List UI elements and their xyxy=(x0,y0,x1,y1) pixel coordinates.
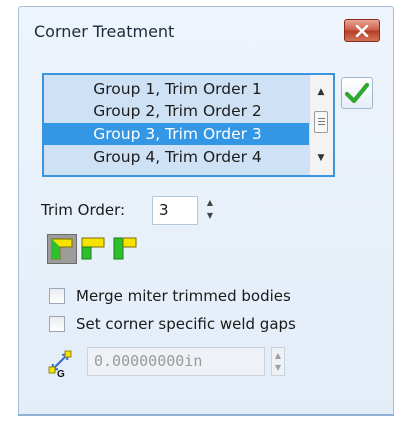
list-item[interactable]: Group 2, Trim Order 2 xyxy=(44,100,311,122)
end-trim-style-button[interactable] xyxy=(47,234,77,264)
spin-up-icon[interactable]: ▲ xyxy=(204,198,216,207)
close-icon xyxy=(355,24,369,37)
weld-gap-input[interactable]: 0.00000000in xyxy=(87,347,265,376)
close-button[interactable] xyxy=(344,19,380,42)
bottom-border xyxy=(18,414,394,416)
end-trim-icon xyxy=(51,238,73,260)
trim-order-label: Trim Order: xyxy=(41,201,126,219)
list-item[interactable]: Group 4, Trim Order 4 xyxy=(44,146,311,168)
end-butt-icon xyxy=(113,237,137,260)
end-miter-style-button[interactable] xyxy=(79,234,109,264)
spin-down-icon[interactable]: ▼ xyxy=(272,363,284,372)
merge-miter-label: Merge miter trimmed bodies xyxy=(76,287,291,305)
end-miter-icon xyxy=(81,237,105,260)
list-scrollbar[interactable]: ▲ ▼ xyxy=(309,75,333,175)
weld-gaps-option[interactable]: Set corner specific weld gaps xyxy=(49,313,296,335)
end-butt-style-button[interactable] xyxy=(111,234,141,264)
merge-miter-option[interactable]: Merge miter trimmed bodies xyxy=(49,285,291,307)
checkmark-icon xyxy=(345,82,369,104)
weld-gap-spinner[interactable]: ▲ ▼ xyxy=(271,347,285,376)
spin-down-icon[interactable]: ▼ xyxy=(204,211,216,220)
weld-gaps-label: Set corner specific weld gaps xyxy=(76,315,296,333)
scroll-down-arrow-icon[interactable]: ▼ xyxy=(310,153,332,163)
weld-gap-icon: G xyxy=(48,350,72,378)
trim-order-input[interactable]: 3 xyxy=(152,196,198,225)
weld-gaps-checkbox[interactable] xyxy=(49,316,65,332)
dialog-title: Corner Treatment xyxy=(34,22,175,41)
group-list[interactable]: Group 1, Trim Order 1 Group 2, Trim Orde… xyxy=(42,73,335,177)
list-item-selected[interactable]: Group 3, Trim Order 3 xyxy=(44,123,311,145)
spin-up-icon[interactable]: ▲ xyxy=(272,351,284,360)
scroll-up-arrow-icon[interactable]: ▲ xyxy=(310,87,332,97)
trim-order-spinner[interactable]: ▲ ▼ xyxy=(204,198,216,224)
ok-button[interactable] xyxy=(341,77,373,109)
merge-miter-checkbox[interactable] xyxy=(49,288,65,304)
list-item[interactable]: Group 1, Trim Order 1 xyxy=(44,78,311,100)
svg-text:G: G xyxy=(57,369,65,378)
scroll-thumb[interactable] xyxy=(314,111,328,133)
